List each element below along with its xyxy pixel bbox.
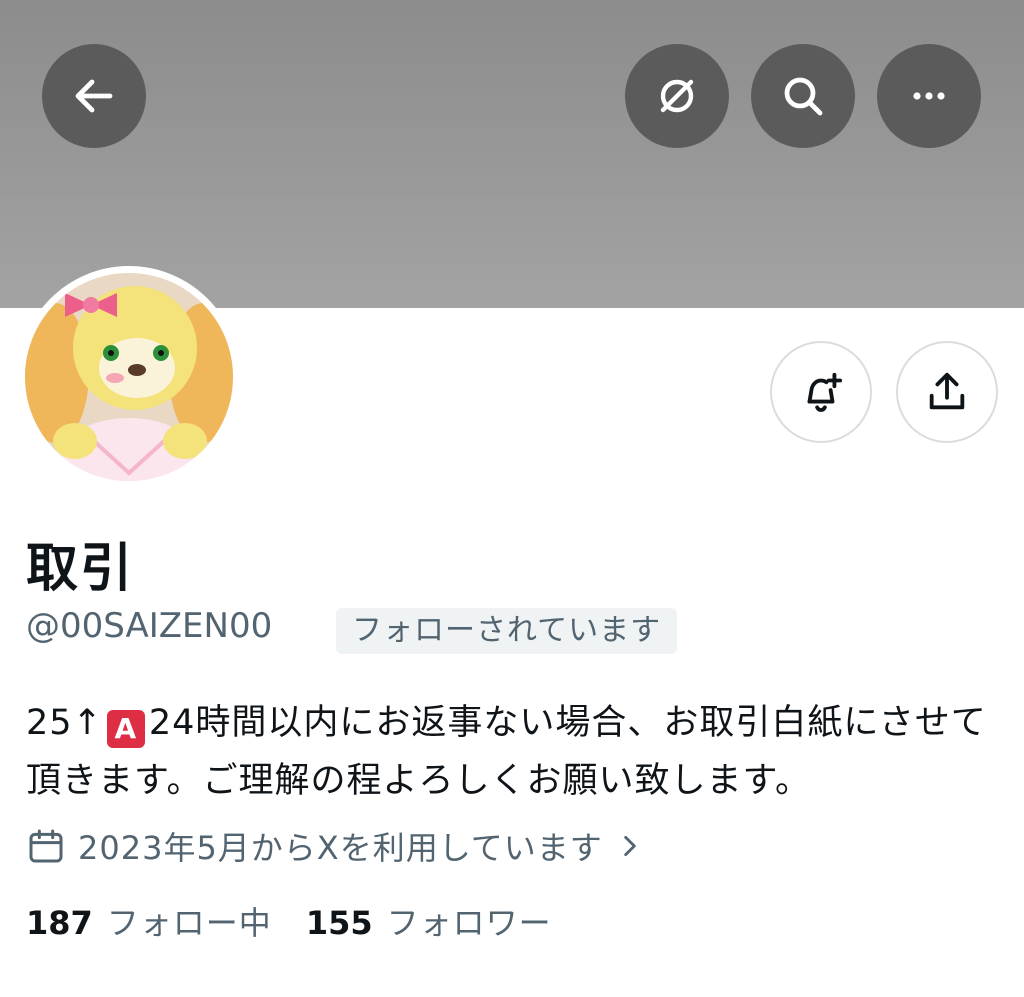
profile-banner[interactable]: [0, 0, 1024, 308]
share-button[interactable]: [896, 341, 998, 443]
notify-button[interactable]: [770, 341, 872, 443]
search-icon: [784, 77, 823, 116]
grok-icon: [660, 79, 694, 113]
avatar-plush-image: [25, 273, 233, 481]
following-label: フォロー中: [106, 904, 272, 942]
calendar-icon: [29, 829, 63, 863]
joined-date-row[interactable]: 2023年5月からXを利用しています: [26, 822, 655, 870]
share-icon: [929, 372, 965, 410]
grok-button[interactable]: [625, 44, 729, 148]
profile-handle: @00SAIZEN00: [26, 606, 273, 646]
bio-prefix: 25↑: [26, 703, 103, 743]
more-button[interactable]: [877, 44, 981, 148]
bio-text: 24時間以内にお返事ない場合、お取引白紙にさせて頂きます。ご理解の程よろしくお願…: [26, 703, 987, 801]
more-horizontal-icon: [913, 92, 945, 100]
chevron-right-icon: [624, 835, 636, 857]
red-a-emoji-icon: A: [106, 710, 145, 748]
following-count: 187: [26, 904, 93, 942]
profile-display-name: 取引: [26, 539, 135, 599]
back-button[interactable]: [42, 44, 146, 148]
arrow-left-icon: [75, 79, 113, 113]
joined-date-text: 2023年5月からXを利用しています: [78, 829, 603, 867]
following-link[interactable]: 187 フォロー中: [26, 898, 272, 944]
follows-you-badge: フォローされています: [336, 608, 678, 654]
avatar[interactable]: [25, 273, 233, 481]
follow-stats: 187 フォロー中 155 フォロワー: [26, 898, 552, 944]
profile-bio: 25↑ A 24時間以内にお返事ない場合、お取引白紙にさせて頂きます。ご理解の程よろ…: [26, 694, 1016, 810]
followers-link[interactable]: 155 フォロワー: [306, 898, 552, 944]
bell-plus-icon: [807, 372, 843, 412]
followers-label: フォロワー: [386, 904, 552, 942]
search-button[interactable]: [751, 44, 855, 148]
followers-count: 155: [305, 904, 373, 942]
